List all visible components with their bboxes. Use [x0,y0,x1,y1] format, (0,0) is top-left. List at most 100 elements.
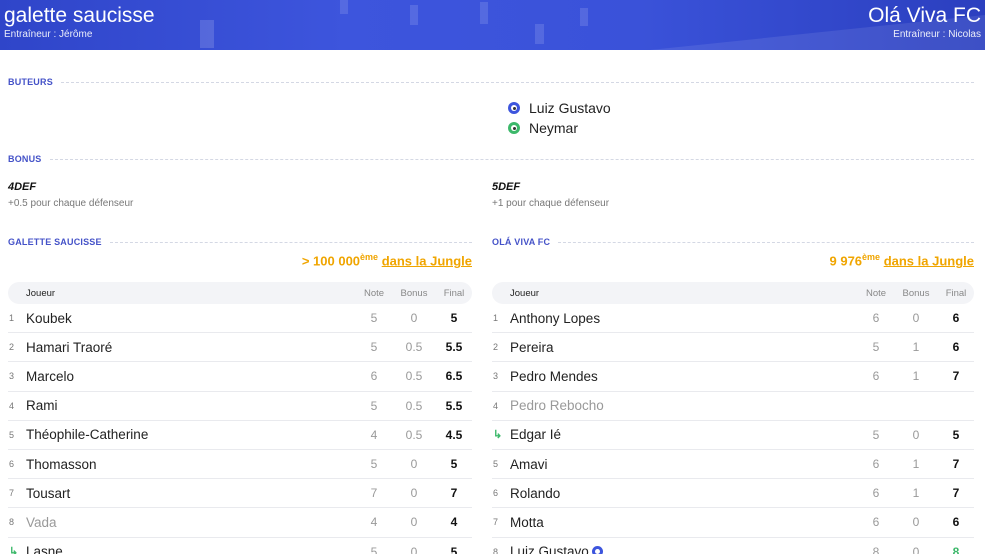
table-row[interactable]: 8 Vada 4 0 4 [8,508,472,538]
player-final: 7 [952,369,960,384]
substitution-icon: ↳ [493,429,503,442]
table-row[interactable]: 3 Marcelo 6 0.5 6.5 [8,362,472,392]
player-final: 4.5 [445,427,463,442]
table-row[interactable]: 3 Pedro Mendes 6 1 7 [492,362,974,392]
player-note: 6 [872,457,880,472]
player-bonus: 0.5 [405,398,423,413]
home-jungle-link[interactable]: dans la Jungle [382,253,472,268]
player-final: 6 [952,515,960,530]
table-row[interactable]: ↳ Edgar Ié 5 0 5 [492,421,974,450]
player-index: 3 [9,371,15,382]
player-bonus: 0 [410,515,418,530]
player-name[interactable]: Luiz Gustavo [510,544,858,554]
player-note: 6 [872,369,880,384]
player-note: 5 [370,340,378,355]
table-row[interactable]: 4 Pedro Rebocho [492,392,974,421]
player-name[interactable]: Koubek [26,311,356,326]
player-final: 5.5 [445,340,463,355]
player-bonus: 0 [410,544,418,554]
player-bonus: 0 [912,311,920,326]
scorer-item: Luiz Gustavo [508,98,611,118]
player-name[interactable]: Tousart [26,486,356,501]
player-note: 5 [370,398,378,413]
player-bonus: 0 [410,457,418,472]
home-ranking: > 100 000ème dans la Jungle [302,252,472,268]
table-row[interactable]: 2 Hamari Traoré 5 0.5 5.5 [8,333,472,363]
player-name-text: Pedro Mendes [510,368,598,384]
scorers-section-title: BUTEURS [8,77,974,87]
table-row[interactable]: 5 Amavi 6 1 7 [492,450,974,480]
player-final: 8 [952,544,960,554]
soccer-ball-icon [508,122,520,134]
away-ranking: 9 976ème dans la Jungle [830,252,975,268]
home-rank-sup: ème [360,252,379,262]
player-bonus: 0 [410,311,418,326]
table-row[interactable]: 1 Anthony Lopes 6 0 6 [492,304,974,334]
player-name[interactable]: Rolando [510,486,858,501]
player-name[interactable]: Anthony Lopes [510,311,858,326]
player-index: 1 [9,313,15,324]
player-note: 4 [370,515,378,530]
player-name-text: Edgar Ié [510,427,562,443]
player-name-text: Lasne [26,544,63,554]
home-coach: Entraîneur : Jérôme [4,29,93,40]
player-name[interactable]: Théophile-Catherine [26,427,356,442]
table-row[interactable]: 6 Thomasson 5 0 5 [8,450,472,480]
player-name-text: Rami [26,398,58,414]
player-note: 8 [872,544,880,554]
player-name[interactable]: Motta [510,515,858,530]
player-final: 5 [450,311,458,326]
table-row[interactable]: 1 Koubek 5 0 5 [8,304,472,334]
table-row[interactable]: 5 Théophile-Catherine 4 0.5 4.5 [8,421,472,450]
scorer-name: Neymar [529,120,579,136]
table-row[interactable]: 6 Rolando 6 1 7 [492,479,974,509]
player-index: 1 [493,313,499,324]
player-note: 5 [370,544,378,554]
table-row[interactable]: 7 Motta 6 0 6 [492,508,974,538]
player-final: 7 [952,457,960,472]
table-row[interactable]: 8 Luiz Gustavo 8 0 8 [492,538,974,554]
table-row[interactable]: 4 Rami 5 0.5 5.5 [8,392,472,421]
away-coach: Entraîneur : Nicolas [893,29,981,40]
player-name[interactable]: Edgar Ié [510,427,858,442]
player-name-text: Rolando [510,485,561,501]
player-name-text: Vada [26,514,57,530]
player-note: 4 [370,427,378,442]
match-header: galette saucisse Entraîneur : Jérôme Olá… [0,0,985,50]
player-name[interactable]: Vada [26,515,356,530]
table-row[interactable]: 2 Pereira 5 1 6 [492,333,974,363]
home-team-title-label: GALETTE SAUCISSE [8,237,102,247]
scorer-name: Luiz Gustavo [529,100,611,116]
player-name[interactable]: Hamari Traoré [26,340,356,355]
player-name[interactable]: Pedro Mendes [510,369,858,384]
soccer-ball-icon [508,102,520,114]
player-name[interactable]: Pereira [510,340,858,355]
player-bonus: 0 [912,427,920,442]
away-jungle-link[interactable]: dans la Jungle [884,253,974,268]
player-index: 7 [493,517,499,528]
away-players-table: Joueur Note Bonus Final 1 Anthony Lopes 6 0… [492,282,974,554]
table-row[interactable]: 7 Tousart 7 0 7 [8,479,472,509]
player-name[interactable]: Marcelo [26,369,356,384]
player-note: 7 [370,486,378,501]
home-team-section-title: GALETTE SAUCISSE [8,237,472,247]
away-bonus: 5DEF +1 pour chaque défenseur [492,180,609,211]
player-name-text: Anthony Lopes [510,310,601,326]
player-name[interactable]: Thomasson [26,457,356,472]
away-team-name: Olá Viva FC [868,4,981,27]
away-team-title-label: OLÁ VIVA FC [492,237,551,247]
player-index: 2 [493,342,499,353]
player-name[interactable]: Rami [26,398,356,413]
player-name[interactable]: Amavi [510,457,858,472]
away-rank-sup: ème [862,252,881,262]
player-name[interactable]: Pedro Rebocho [510,398,858,413]
home-bonus-desc: +0.5 pour chaque défenseur [8,198,134,209]
goal-ball-icon [591,546,603,554]
bonus-section-title: BONUS [8,154,974,164]
table-row[interactable]: ↳ Lasne 5 0 5 [8,538,472,554]
table-header: Joueur Note Bonus Final [8,282,472,304]
player-name[interactable]: Lasne [26,544,356,554]
scorers-list: Luiz Gustavo Neymar [508,98,611,138]
player-bonus: 1 [912,486,920,501]
player-bonus: 0 [912,515,920,530]
